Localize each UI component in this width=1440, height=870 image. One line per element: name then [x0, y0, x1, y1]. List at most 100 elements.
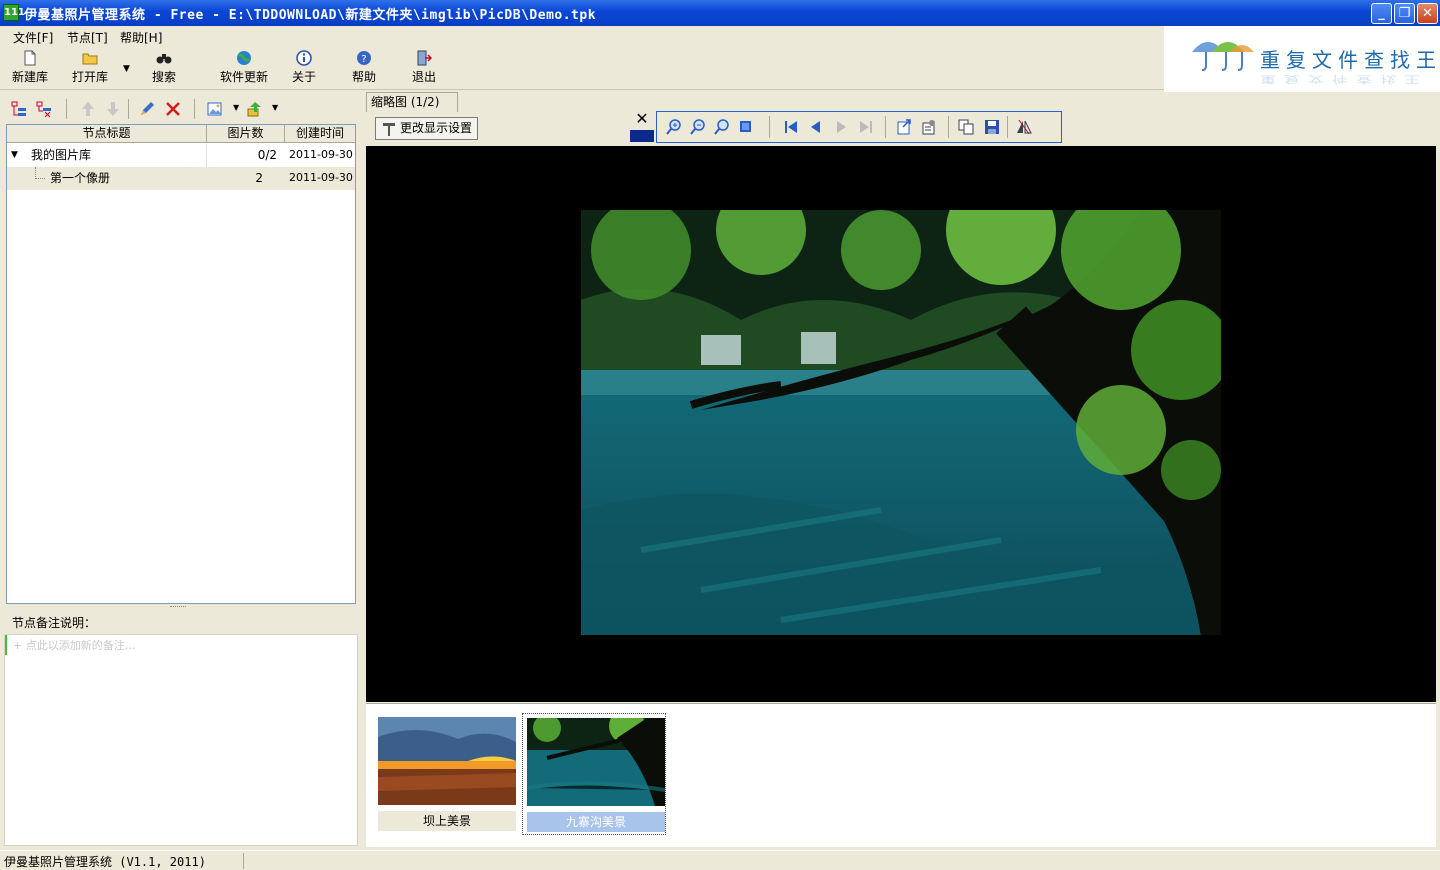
image-view-toolbar: [656, 111, 1062, 143]
toolbar-separator: [948, 116, 949, 138]
note-editor[interactable]: + 点此以添加新的备注...: [4, 634, 358, 846]
menu-help[interactable]: 帮助[H]: [120, 29, 162, 46]
settings-tool-icon: [383, 123, 395, 136]
maximize-button[interactable]: ❐: [1394, 3, 1415, 24]
move-down-icon[interactable]: [104, 100, 122, 118]
panel-splitter[interactable]: [170, 606, 186, 609]
about-label: 关于: [291, 70, 316, 84]
open-library-button[interactable]: 打开库: [68, 48, 112, 88]
toolbar-separator: [1007, 116, 1008, 138]
tree-toolbar: ▼ ▼: [4, 96, 358, 122]
first-image-icon[interactable]: [782, 118, 800, 136]
minimize-button[interactable]: _: [1371, 3, 1392, 24]
main-photo: [581, 210, 1221, 635]
thumbnail-item-selected[interactable]: 九寨沟美景: [522, 713, 666, 835]
menu-file[interactable]: 文件[F]: [13, 29, 53, 46]
open-external-icon[interactable]: [895, 118, 913, 136]
umbrella-logo-icon: [1192, 42, 1254, 71]
properties-icon[interactable]: [920, 118, 938, 136]
software-update-label: 软件更新: [219, 70, 268, 84]
previous-image-icon[interactable]: [807, 118, 825, 136]
title-bar[interactable]: 111 伊曼基照片管理系统 - Free - E:\TDDOWNLOAD\新建文…: [0, 0, 1440, 26]
prairie-sunset-photo: [378, 717, 516, 805]
tree-connector: [35, 167, 45, 179]
edit-pen-icon[interactable]: [138, 100, 156, 118]
expand-tree-icon[interactable]: [10, 100, 28, 118]
save-icon[interactable]: [983, 118, 1001, 136]
open-dropdown-arrow-icon[interactable]: ▼: [123, 64, 130, 74]
zoom-out-icon[interactable]: [689, 118, 707, 136]
tree-row-album[interactable]: 第一个像册 2 2011-09-30: [7, 167, 355, 190]
help-button[interactable]: ? 帮助: [348, 48, 380, 88]
open-library-label: 打开库: [71, 70, 108, 84]
logo-reflection: 重复文件查找王: [1260, 73, 1429, 85]
collapse-tree-icon[interactable]: [35, 100, 53, 118]
info-icon: [296, 50, 312, 66]
change-display-settings-label: 更改显示设置: [400, 121, 473, 135]
menu-node[interactable]: 节点[T]: [67, 29, 108, 46]
window-title: 伊曼基照片管理系统 - Free - E:\TDDOWNLOAD\新建文件夹\i…: [24, 8, 597, 23]
main-toolbar: 新建库 打开库 ▼ 搜索 软件更新 关于 ? 帮助 退出: [0, 46, 1164, 90]
globe-icon: [237, 51, 251, 65]
zoom-fit-icon[interactable]: [713, 118, 731, 136]
exit-door-icon: [417, 50, 432, 66]
column-header-title[interactable]: 节点标题: [7, 125, 207, 143]
add-image-dropdown-icon[interactable]: ▼: [233, 103, 239, 112]
exit-button[interactable]: 退出: [408, 48, 440, 88]
close-viewer-button[interactable]: ✕: [634, 111, 650, 127]
change-display-settings-button[interactable]: 更改显示设置: [375, 117, 478, 140]
tree-node-date: 2011-09-30: [289, 148, 353, 161]
tree-node-date: 2011-09-30: [289, 171, 353, 184]
copy-icon[interactable]: [957, 118, 975, 136]
tree-row-library[interactable]: ▼ 我的图片库 0/2 2011-09-30: [7, 144, 355, 167]
note-placeholder: + 点此以添加新的备注...: [13, 639, 136, 652]
export-dropdown-icon[interactable]: ▼: [272, 103, 278, 112]
toolbar-separator: [769, 116, 770, 138]
export-icon[interactable]: [246, 100, 264, 118]
actual-size-icon[interactable]: [737, 118, 755, 136]
add-image-icon[interactable]: [206, 100, 224, 118]
next-image-icon[interactable]: [832, 118, 850, 136]
thumbnail-caption: 坝上美景: [378, 811, 516, 831]
search-label: 搜索: [151, 70, 176, 84]
thumbnail-caption: 九寨沟美景: [527, 812, 665, 832]
status-separator: [243, 853, 244, 869]
note-line-marker: [5, 635, 7, 655]
column-header-count[interactable]: 图片数: [207, 125, 285, 143]
zoom-in-icon[interactable]: [665, 118, 683, 136]
new-document-icon: [24, 50, 36, 66]
lake-tree-thumbnail: [527, 718, 665, 806]
logo-text: 重复文件查找王: [1260, 48, 1440, 72]
search-button[interactable]: 搜索: [146, 48, 182, 88]
app-icon: 111: [3, 4, 25, 21]
new-library-label: 新建库: [11, 70, 48, 84]
lake-tree-photo: [581, 210, 1221, 635]
tab-thumbnails[interactable]: 缩略图 (1/2): [366, 92, 458, 112]
delete-icon[interactable]: [164, 100, 182, 118]
last-image-icon[interactable]: [857, 118, 875, 136]
thumbnail-item[interactable]: 坝上美景: [374, 713, 518, 835]
toolbar-separator: [885, 116, 886, 138]
color-indicator: [630, 130, 654, 142]
tree-node-count: 0/2: [257, 148, 277, 162]
toolbar-separator: [194, 99, 195, 119]
node-tree[interactable]: 节点标题 图片数 创建时间 ▼ 我的图片库 0/2 2011-09-30 第一个…: [6, 124, 356, 604]
flip-image-icon[interactable]: [1015, 118, 1033, 136]
help-label: 帮助: [351, 70, 376, 84]
column-header-date[interactable]: 创建时间: [285, 125, 355, 143]
thumbnail-image: [527, 718, 665, 806]
exit-label: 退出: [411, 70, 436, 84]
toolbar-separator: [128, 99, 129, 119]
tree-node-title: 我的图片库: [31, 148, 92, 162]
column-divider: [206, 144, 207, 167]
open-folder-icon: [82, 53, 98, 65]
about-button[interactable]: 关于: [288, 48, 320, 88]
menu-bar: 文件[F] 节点[T] 帮助[H]: [0, 26, 1164, 46]
software-update-button[interactable]: 软件更新: [218, 48, 270, 88]
collapse-arrow-icon[interactable]: ▼: [11, 144, 18, 166]
new-library-button[interactable]: 新建库: [8, 48, 52, 88]
svg-text:?: ?: [361, 54, 366, 65]
status-bar: 伊曼基照片管理系统 (V1.1, 2011): [0, 850, 1440, 870]
move-up-icon[interactable]: [79, 100, 97, 118]
close-button[interactable]: ✕: [1417, 3, 1438, 24]
